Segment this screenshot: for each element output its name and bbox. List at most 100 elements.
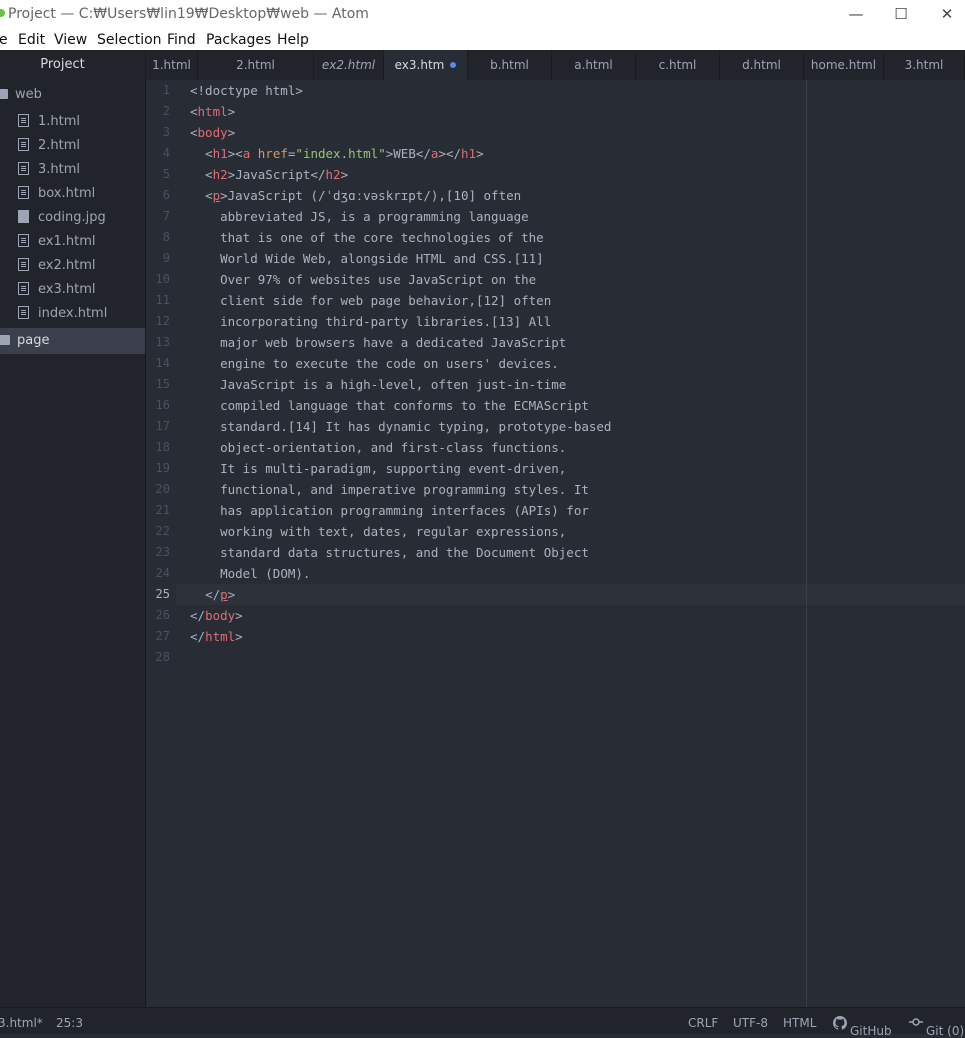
tree-file[interactable]: box.html <box>18 182 95 206</box>
tree-folder-page[interactable]: page <box>0 328 145 354</box>
minimize-button[interactable]: — <box>842 3 870 25</box>
tree-folder-label: page <box>17 333 50 348</box>
tree-file[interactable]: ex1.html <box>18 230 95 254</box>
tree-file[interactable]: coding.jpg <box>18 206 106 230</box>
tree-file-label: index.html <box>38 306 108 321</box>
tab-1-html[interactable]: 1.html <box>146 50 198 80</box>
status-file-name[interactable]: 3.html* <box>0 1016 43 1030</box>
line-number: 16 <box>155 398 170 412</box>
menu-packages[interactable]: Packages <box>206 32 271 48</box>
status-github[interactable]: GitHub <box>833 1016 892 1038</box>
line-number: 24 <box>155 566 170 580</box>
tab-b-html[interactable]: b.html <box>468 50 552 80</box>
code-line: engine to execute the code on users' dev… <box>190 353 559 374</box>
text-token: object-orientation, and first-class func… <box>220 440 567 455</box>
tree-file[interactable]: 3.html <box>18 158 80 182</box>
menu-help[interactable]: Help <box>277 32 309 48</box>
tab-2-html[interactable]: 2.html <box>198 50 314 80</box>
line-number: 15 <box>155 377 170 391</box>
menu-view[interactable]: View <box>54 32 87 48</box>
line-number: 11 <box>155 293 170 307</box>
status-grammar[interactable]: HTML <box>783 1016 816 1030</box>
file-icon <box>18 234 29 247</box>
line-number: 13 <box>155 335 170 349</box>
text-token: client side for web page behavior,[12] o… <box>220 293 552 308</box>
tree-file[interactable]: 1.html <box>18 110 80 134</box>
line-number: 23 <box>155 545 170 559</box>
line-number: 17 <box>155 419 170 433</box>
status-encoding[interactable]: UTF-8 <box>733 1016 768 1030</box>
text-token: standard data structures, and the Docume… <box>220 545 589 560</box>
code-line: <!doctype html> <box>190 80 303 101</box>
tree-file-label: box.html <box>38 186 96 201</box>
status-line-ending[interactable]: CRLF <box>688 1016 718 1030</box>
code-line: <body> <box>190 125 236 140</box>
tab-label: ex3.htm <box>394 58 445 72</box>
text-token: World Wide Web, alongside HTML and CSS.[… <box>220 251 544 266</box>
tag-token: h1 <box>212 146 228 161</box>
tab-a-html[interactable]: a.html <box>552 50 636 80</box>
text-token: compiled language that conforms to the E… <box>220 398 589 413</box>
text-token: functional, and imperative programming s… <box>220 482 589 497</box>
line-number-current: 25 <box>155 587 170 601</box>
tree-file[interactable]: ex2.html <box>18 254 95 278</box>
menu-file[interactable]: e <box>0 32 8 48</box>
tab-c-html[interactable]: c.html <box>636 50 720 80</box>
modified-dot-icon <box>450 62 457 68</box>
code-line: </html> <box>190 629 243 644</box>
title-bar: Project — C:₩Users₩lin19₩Desktop₩web — A… <box>0 0 965 30</box>
tab-d-html[interactable]: d.html <box>720 50 804 80</box>
tree-file-label: ex1.html <box>38 234 96 249</box>
line-number: 27 <box>155 629 170 643</box>
text-token: It is multi-paradigm, supporting event-d… <box>220 461 567 476</box>
code-line: Over 97% of websites use JavaScript on t… <box>190 269 536 290</box>
code-line: standard.[14] It has dynamic typing, pro… <box>190 416 611 437</box>
doctype-token: <!doctype html> <box>190 83 303 98</box>
code-line: functional, and imperative programming s… <box>190 479 589 500</box>
tree-folder-web[interactable]: web <box>0 83 42 107</box>
git-label: Git (0) <box>926 1024 965 1038</box>
code-line: <h2>JavaScript</h2> <box>205 167 349 182</box>
code-line: working with text, dates, regular expres… <box>190 521 566 542</box>
tree-file[interactable]: ex3.html <box>18 278 95 302</box>
code-line: abbreviated JS, is a programming languag… <box>190 206 529 227</box>
maximize-button[interactable]: ☐ <box>887 3 915 25</box>
tree-file[interactable]: index.html <box>18 302 107 326</box>
tab-ex3-html[interactable]: ex3.htm <box>384 50 468 80</box>
code-line: </body> <box>190 608 243 623</box>
line-number: 2 <box>162 104 170 118</box>
text-token: working with text, dates, regular expres… <box>220 524 567 539</box>
line-number: 19 <box>155 461 170 475</box>
text-token: JavaScript <box>235 167 311 182</box>
tree-file-label: 3.html <box>38 162 81 177</box>
tree-view-header[interactable]: Project <box>0 50 125 80</box>
status-cursor-position[interactable]: 25:3 <box>56 1016 83 1030</box>
window-title-text: Project — C:₩Users₩lin19₩Desktop₩web — A… <box>8 6 369 22</box>
line-number: 21 <box>155 503 170 517</box>
tab-home-html[interactable]: home.html <box>804 50 884 80</box>
line-number: 3 <box>162 125 170 139</box>
text-token: incorporating third-party libraries.[13]… <box>220 314 552 329</box>
cursor-line-highlight <box>176 584 965 605</box>
menu-selection[interactable]: Selection <box>97 32 162 48</box>
code-content[interactable]: <!doctype html> <html> <body> <h1><a hre… <box>190 80 611 644</box>
code-line: has application programming interfaces (… <box>190 500 589 521</box>
close-button[interactable]: ✕ <box>933 3 961 25</box>
attribute-token: href <box>257 146 288 161</box>
code-line: that is one of the core technologies of … <box>190 227 544 248</box>
status-git[interactable]: Git (0) <box>909 1016 964 1038</box>
text-token: major web browsers have a dedicated Java… <box>220 335 567 350</box>
tree-file[interactable]: 2.html <box>18 134 80 158</box>
line-number: 6 <box>162 188 170 202</box>
text-token: Over 97% of websites use JavaScript on t… <box>220 272 537 287</box>
menu-find[interactable]: Find <box>167 32 196 48</box>
tab-3-html[interactable]: 3.html <box>884 50 965 80</box>
menu-edit[interactable]: Edit <box>18 32 45 48</box>
tree-folder-label: web <box>15 87 42 102</box>
tab-ex2-html[interactable]: ex2.html <box>314 50 384 80</box>
line-number: 14 <box>155 356 170 370</box>
text-editor[interactable]: 1 2 3 4 5 6 7 8 9 10 11 12 13 14 15 16 1… <box>146 80 965 1007</box>
code-line: incorporating third-party libraries.[13]… <box>190 311 551 332</box>
code-line-current: </p> <box>205 587 236 602</box>
tag-token: body <box>205 608 236 623</box>
